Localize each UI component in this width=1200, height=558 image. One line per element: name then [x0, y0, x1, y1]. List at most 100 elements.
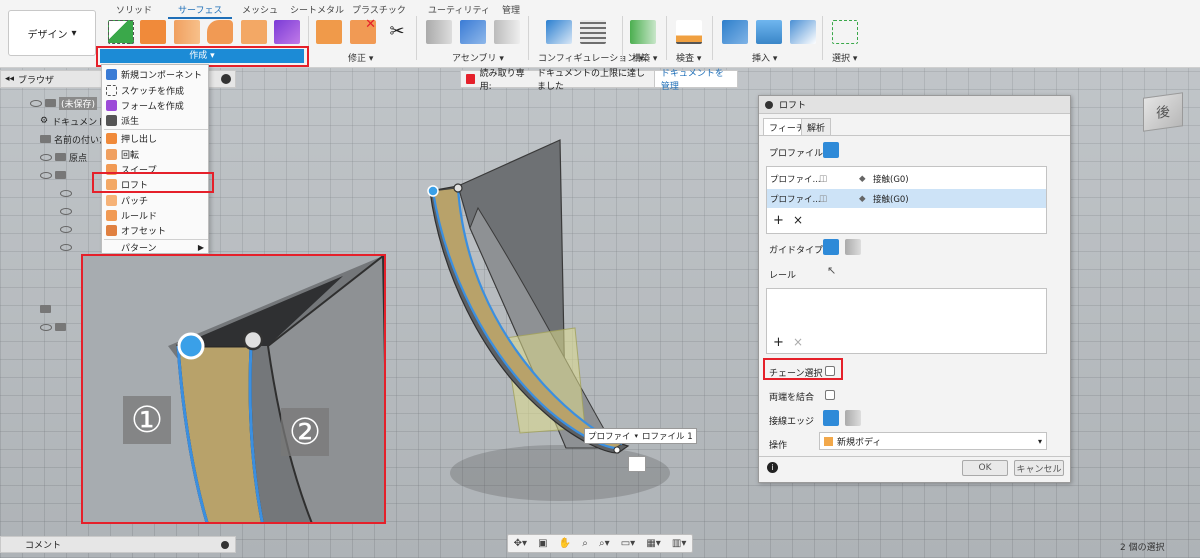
- orbit-icon[interactable]: ✥▾: [514, 538, 527, 549]
- viewcube[interactable]: 後: [1143, 92, 1183, 132]
- keep-edges-icon[interactable]: [845, 410, 861, 426]
- comments-label: コメント: [25, 541, 62, 551]
- inspect-group-label[interactable]: 検査 ▾: [676, 51, 701, 64]
- menu-item-offset[interactable]: オフセット: [102, 223, 208, 238]
- eye-icon[interactable]: [30, 99, 42, 107]
- scissors-icon[interactable]: ✂: [384, 20, 410, 44]
- menu-item-new-component[interactable]: 新規コンポーネント: [102, 67, 208, 82]
- gear-icon: ⚙: [40, 116, 49, 126]
- select-icon[interactable]: [832, 20, 858, 44]
- eye-icon[interactable]: [60, 207, 72, 215]
- menu-item-ruled[interactable]: ルールド: [102, 208, 208, 223]
- menu-item-extrude[interactable]: 押し出し: [102, 131, 208, 146]
- joint-icon[interactable]: [426, 20, 452, 44]
- tab-analysis[interactable]: 解析: [801, 118, 832, 135]
- operation-dropdown[interactable]: 新規ボディ ▾: [819, 432, 1047, 450]
- readonly-banner: 読み取り専用: ドキュメントの上限に達しました ドキュメントを管理: [460, 69, 738, 92]
- eye-icon[interactable]: [40, 323, 52, 331]
- profile-row-selected[interactable]: プロファイ... ◫ ◆ 接触(G0): [767, 189, 1046, 208]
- profile-manipulator-icon[interactable]: [628, 456, 646, 472]
- menu-item-revolve[interactable]: 回転: [102, 147, 208, 162]
- table-icon[interactable]: [580, 20, 606, 44]
- construct-plane-icon[interactable]: [630, 20, 656, 44]
- cursor-icon[interactable]: ↖: [827, 264, 836, 277]
- loft-icon[interactable]: [241, 20, 267, 44]
- add-comment-icon[interactable]: [221, 540, 229, 549]
- zoom-icon[interactable]: ⌕: [582, 538, 588, 549]
- collapse-icon[interactable]: [765, 100, 773, 109]
- chevron-down-icon: ▾: [71, 27, 77, 39]
- tab-surface[interactable]: サーフェス: [168, 3, 233, 19]
- eye-icon[interactable]: [40, 153, 52, 161]
- insert-image-icon[interactable]: [756, 20, 782, 44]
- display-settings-icon[interactable]: ▭▾: [621, 538, 635, 549]
- tab-sheet-metal[interactable]: シートメタル: [290, 3, 344, 16]
- document-icon: [45, 99, 56, 107]
- sketch-icon[interactable]: [108, 20, 134, 44]
- folder-icon: [55, 171, 66, 179]
- centerline-guide-icon[interactable]: [845, 239, 861, 255]
- comments-panel-header[interactable]: コメント: [0, 536, 236, 553]
- add-profile-button[interactable]: +: [773, 213, 784, 228]
- eye-icon[interactable]: [60, 225, 72, 233]
- patch-icon: [106, 195, 117, 206]
- close-ends-checkbox[interactable]: [825, 390, 835, 400]
- patch-icon[interactable]: [274, 20, 300, 44]
- manage-documents-button[interactable]: ドキュメントを管理: [653, 69, 738, 92]
- collapse-icon[interactable]: ◂◂: [5, 74, 14, 84]
- measure-icon[interactable]: [676, 20, 702, 44]
- assembly-group-label[interactable]: アセンブリ ▾: [452, 51, 504, 64]
- remove-profile-button[interactable]: ×: [793, 213, 803, 227]
- new-component-icon[interactable]: [460, 20, 486, 44]
- add-rail-button[interactable]: +: [773, 335, 784, 350]
- dialog-titlebar[interactable]: ロフト: [759, 96, 1070, 114]
- menu-item-pattern[interactable]: パターン ▶: [102, 240, 208, 255]
- viewports-icon[interactable]: ▥▾: [672, 538, 686, 549]
- modify-group-label[interactable]: 修正 ▾: [348, 51, 373, 64]
- insert-mesh-icon[interactable]: [790, 20, 816, 44]
- profile-2-badge: ②: [281, 408, 329, 456]
- tab-manage[interactable]: 管理: [502, 3, 520, 16]
- remove-rail-button[interactable]: ×: [793, 335, 803, 349]
- menu-item-derive[interactable]: 派生: [102, 113, 208, 128]
- eye-icon[interactable]: [40, 171, 52, 179]
- menu-item-create-form[interactable]: フォームを作成: [102, 98, 208, 113]
- insert-derive-icon[interactable]: [722, 20, 748, 44]
- workspace-switcher-button[interactable]: デザイン ▾: [8, 10, 96, 56]
- as-built-joint-icon[interactable]: [494, 20, 520, 44]
- delete-face-icon[interactable]: ✕: [350, 17, 376, 44]
- press-pull-icon[interactable]: [316, 20, 342, 44]
- selection-count: 2 個の選択: [1120, 543, 1165, 553]
- ok-button[interactable]: OK: [962, 460, 1008, 476]
- construct-group-label[interactable]: 構築 ▾: [632, 51, 657, 64]
- select-group-label[interactable]: 選択 ▾: [832, 51, 857, 64]
- tab-solid[interactable]: ソリッド: [116, 3, 152, 16]
- menu-item-create-sketch[interactable]: スケッチを作成: [102, 83, 208, 98]
- readonly-label: 読み取り専用:: [479, 69, 525, 92]
- ruled-icon: [106, 210, 117, 221]
- select-cursor-icon[interactable]: [823, 142, 839, 158]
- eye-icon[interactable]: [60, 243, 72, 251]
- sweep-icon[interactable]: [207, 20, 233, 44]
- menu-item-patch[interactable]: パッチ: [102, 193, 208, 208]
- browser-options-icon[interactable]: [221, 74, 231, 84]
- rail-guide-icon[interactable]: [823, 239, 839, 255]
- tab-utility[interactable]: ユーティリティ: [428, 3, 490, 16]
- merge-tangent-icon[interactable]: [823, 410, 839, 426]
- profile-tooltip[interactable]: プロファイ ▾ ロファイル 1: [584, 428, 697, 444]
- insert-group-label[interactable]: 挿入 ▾: [752, 51, 777, 64]
- configuration-group-label[interactable]: コンフィギュレーション ▾: [538, 51, 644, 64]
- configure-icon[interactable]: [546, 20, 572, 44]
- info-icon[interactable]: i: [767, 462, 778, 473]
- fit-icon[interactable]: ⌕▾: [599, 538, 610, 549]
- look-at-icon[interactable]: ▣: [538, 538, 547, 549]
- pan-icon[interactable]: ✋: [559, 538, 571, 549]
- eye-icon[interactable]: [60, 189, 72, 197]
- tab-plastic[interactable]: プラスチック: [352, 3, 406, 16]
- revolve-icon[interactable]: [174, 20, 200, 44]
- grid-settings-icon[interactable]: ▦▾: [646, 538, 660, 549]
- cancel-button[interactable]: キャンセル: [1014, 460, 1064, 476]
- tab-mesh[interactable]: メッシュ: [242, 3, 278, 16]
- profile-row[interactable]: プロファイ... ◫ ◆ 接触(G0): [767, 169, 1046, 188]
- extrude-icon[interactable]: [140, 20, 166, 44]
